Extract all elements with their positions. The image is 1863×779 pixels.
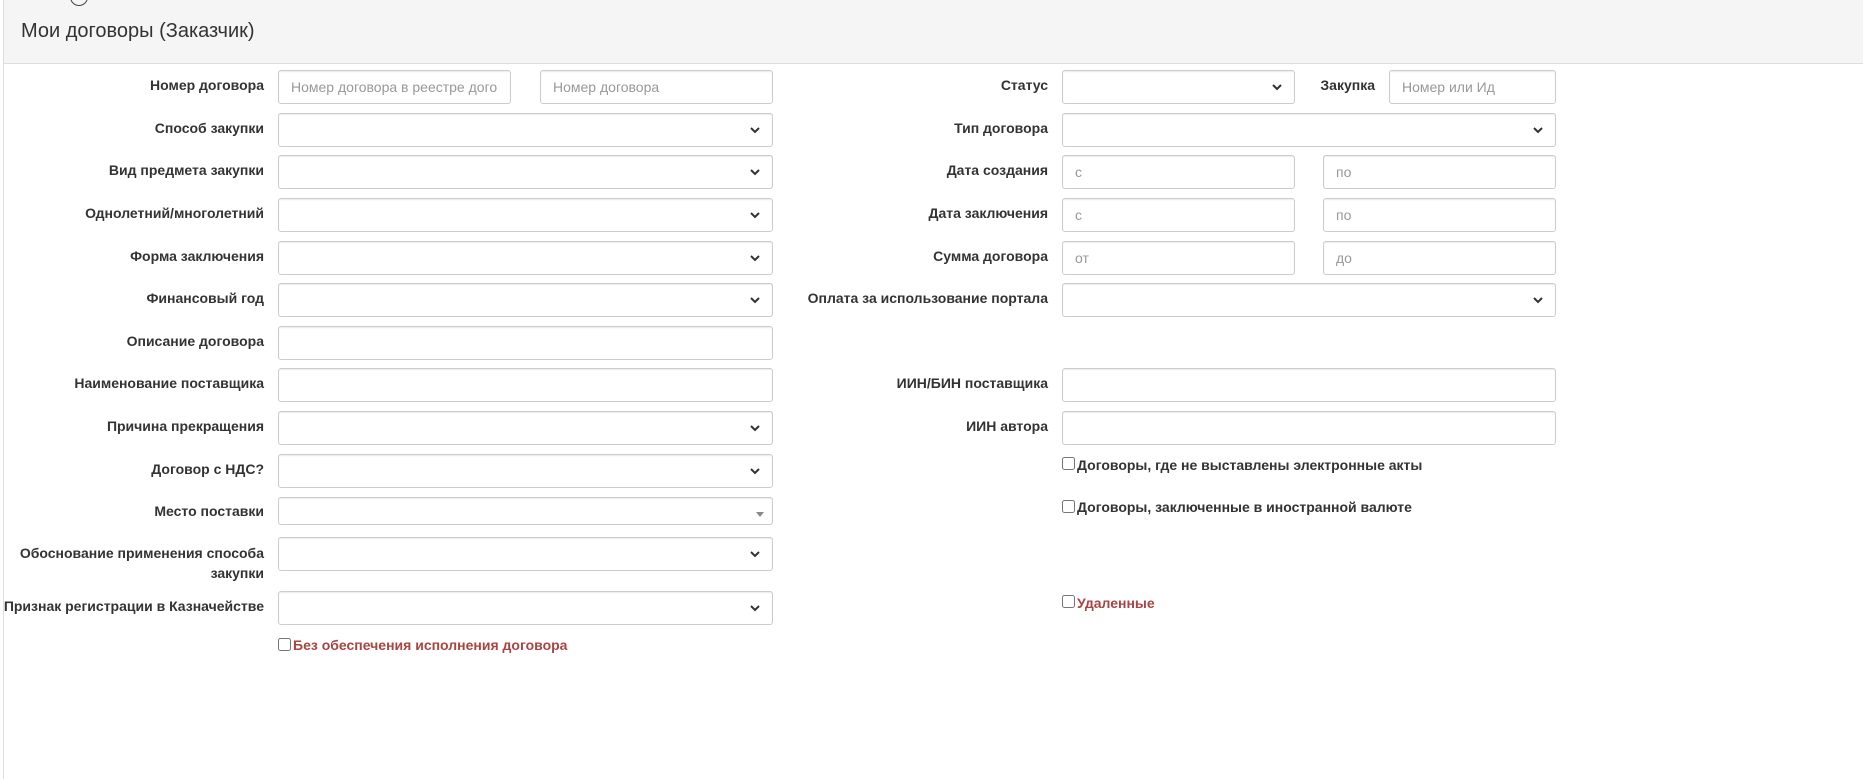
delivery-place-label: Место поставки <box>154 503 264 519</box>
termination-reason-label: Причина прекращения <box>106 418 264 434</box>
no-acts-label[interactable]: Договоры, где не выставлены электронные … <box>1077 456 1422 474</box>
supplier-iin-input[interactable] <box>1062 368 1556 402</box>
description-input[interactable] <box>278 326 773 360</box>
author-iin-input[interactable] <box>1062 411 1556 445</box>
contract-registry-number-input[interactable] <box>278 70 511 104</box>
supplier-name-input[interactable] <box>278 368 773 402</box>
term-select[interactable] <box>278 198 773 232</box>
caret-down-icon <box>756 512 764 517</box>
justification-select[interactable] <box>278 537 773 571</box>
deleted-checkbox[interactable] <box>1062 595 1075 608</box>
chevron-down-icon <box>750 425 760 432</box>
vat-select[interactable] <box>278 454 773 488</box>
chevron-down-icon <box>750 169 760 176</box>
chevron-down-icon <box>750 468 760 475</box>
contract-type-select[interactable] <box>1062 113 1556 147</box>
concluded-date-to-input[interactable] <box>1323 198 1556 232</box>
delivery-place-select[interactable] <box>278 497 773 525</box>
financial-year-select[interactable] <box>278 283 773 317</box>
subject-type-select[interactable] <box>278 155 773 189</box>
portal-fee-label: Оплата за использование портала <box>807 290 1048 306</box>
no-security-checkbox[interactable] <box>278 638 291 651</box>
concluded-date-label: Дата заключения <box>928 205 1049 221</box>
chevron-down-icon <box>1272 84 1282 91</box>
created-date-to-input[interactable] <box>1323 155 1556 189</box>
no-security-label[interactable]: Без обеспечения исполнения договора <box>293 636 567 654</box>
contract-number-label: Номер договора <box>149 77 264 93</box>
chevron-down-icon <box>1533 297 1543 304</box>
treasury-label: Признак регистрации в Казначействе <box>3 598 264 614</box>
vat-label: Договор с НДС? <box>151 461 264 477</box>
description-label: Описание договора <box>126 333 264 349</box>
treasury-select[interactable] <box>278 591 773 625</box>
contract-type-label: Тип договора <box>954 120 1048 136</box>
amount-label: Сумма договора <box>933 248 1048 264</box>
purchase-input[interactable] <box>1389 70 1556 104</box>
deleted-label[interactable]: Удаленные <box>1077 594 1155 612</box>
foreign-currency-checkbox[interactable] <box>1062 500 1075 513</box>
chevron-down-icon <box>750 212 760 219</box>
foreign-currency-label[interactable]: Договоры, заключенные в иностранной валю… <box>1077 498 1412 516</box>
supplier-iin-label: ИИН/БИН поставщика <box>896 375 1048 391</box>
portal-fee-select[interactable] <box>1062 283 1556 317</box>
no-acts-checkbox[interactable] <box>1062 457 1075 470</box>
chevron-down-icon <box>750 605 760 612</box>
purchase-method-select[interactable] <box>278 113 773 147</box>
subject-type-label: Вид предмета закупки <box>108 162 264 178</box>
justification-label: Обоснование применения способа закупки <box>20 543 264 583</box>
amount-to-input[interactable] <box>1323 241 1556 275</box>
chevron-down-icon <box>750 551 760 558</box>
conclusion-form-select[interactable] <box>278 241 773 275</box>
financial-year-label: Финансовый год <box>146 290 264 306</box>
term-label: Однолетний/многолетний <box>85 205 264 221</box>
page-title: Мои договоры (Заказчик) <box>21 20 255 42</box>
author-iin-label: ИИН автора <box>966 418 1048 434</box>
justification-label-line2: закупки <box>210 565 264 581</box>
conclusion-form-label: Форма заключения <box>130 248 264 264</box>
purchase-label: Закупка <box>1320 77 1375 93</box>
status-select[interactable] <box>1062 70 1295 104</box>
created-date-from-input[interactable] <box>1062 155 1295 189</box>
termination-reason-select[interactable] <box>278 411 773 445</box>
chevron-down-icon <box>750 255 760 262</box>
panel-heading: Мои договоры (Заказчик) <box>4 0 1863 64</box>
chevron-down-icon <box>750 297 760 304</box>
chevron-down-icon <box>1533 127 1543 134</box>
purchase-method-label: Способ закупки <box>154 120 264 136</box>
created-date-label: Дата создания <box>946 162 1048 178</box>
contract-number-input[interactable] <box>540 70 773 104</box>
chevron-down-icon <box>750 127 760 134</box>
status-label: Статус <box>1000 77 1048 93</box>
concluded-date-from-input[interactable] <box>1062 198 1295 232</box>
amount-from-input[interactable] <box>1062 241 1295 275</box>
justification-label-line1: Обоснование применения способа <box>19 545 264 561</box>
mouse-cursor-icon <box>70 0 88 6</box>
supplier-name-label: Наименование поставщика <box>74 375 264 391</box>
